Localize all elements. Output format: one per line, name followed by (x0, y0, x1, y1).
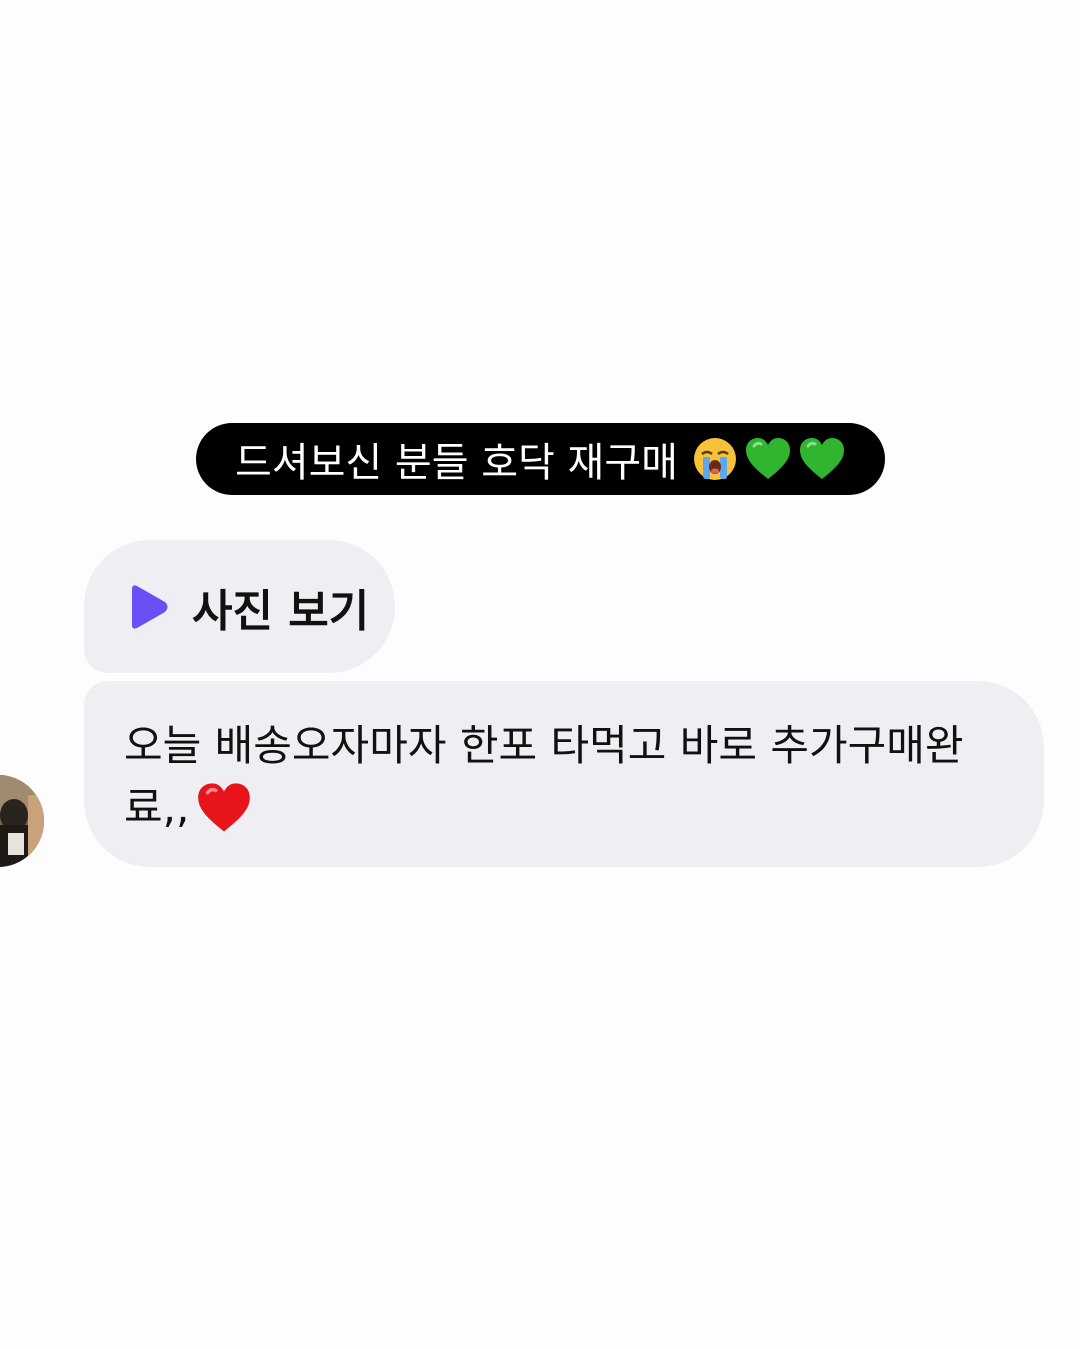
green-heart-emoji (745, 438, 790, 479)
view-photo-button[interactable]: 사진 보기 (84, 540, 395, 673)
loudly-crying-face-emoji (693, 438, 736, 480)
caption-text: 드셔보신 분들 호닥 재구매 (235, 440, 678, 486)
caption-banner: 드셔보신 분들 호닥 재구매 (196, 423, 885, 495)
avatar-photo (0, 775, 44, 867)
caption-emoji-group (692, 436, 846, 482)
green-heart-emoji (799, 438, 844, 479)
view-photo-label: 사진 보기 (192, 585, 370, 637)
message-text: 오늘 배송오자마자 한포 타먹고 바로 추가구매완 료,, (124, 715, 1004, 839)
message-line-2: 료,, (124, 783, 190, 832)
play-icon (132, 584, 168, 629)
message-line-2-row: 료,, (124, 777, 1004, 839)
red-heart-emoji (198, 783, 251, 832)
message-bubble: 오늘 배송오자마자 한포 타먹고 바로 추가구매완 료,, (84, 681, 1044, 867)
chat-screen: 드셔보신 분들 호닥 재구매 사진 보기 오늘 배송오자마자 한포 타먹고 바로… (0, 0, 1080, 1349)
avatar[interactable] (0, 775, 44, 867)
message-line-1: 오늘 배송오자마자 한포 타먹고 바로 추가구매완 (124, 721, 964, 770)
